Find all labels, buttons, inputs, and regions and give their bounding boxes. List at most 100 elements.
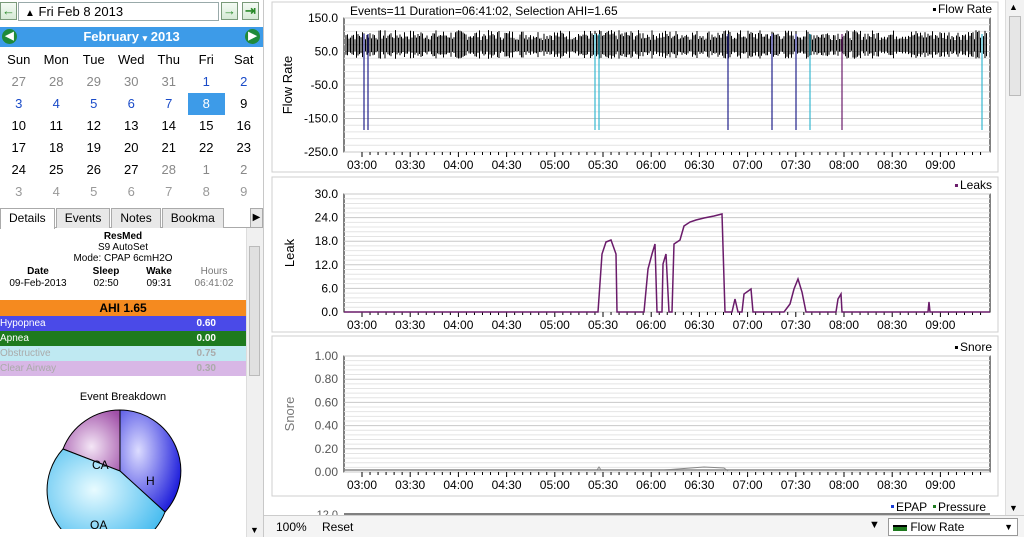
graph-area: Events=11 Duration=06:41:02, Selection A… <box>268 0 1004 515</box>
forward-arrow-icon[interactable]: → <box>221 2 238 20</box>
x-tick-label: 03:30 <box>395 318 425 332</box>
last-day-icon[interactable]: ⇥ <box>242 2 259 20</box>
calendar-day[interactable]: 30 <box>113 71 151 93</box>
calendar-day[interactable]: 27 <box>0 71 38 93</box>
calendar-day[interactable]: 26 <box>75 159 113 181</box>
plot-area[interactable] <box>343 355 991 473</box>
y-axis-label: Leak <box>282 238 297 267</box>
x-tick-label: 07:00 <box>733 158 763 172</box>
plot-area[interactable] <box>343 193 991 313</box>
weekday-label: Mon <box>43 52 69 67</box>
calendar-year[interactable]: 2013 <box>151 29 180 44</box>
calendar-day[interactable]: 7 <box>150 93 188 115</box>
calendar-day[interactable]: 2 <box>225 71 263 93</box>
graph-scroll-thumb[interactable] <box>1009 16 1021 96</box>
x-tick-label: 03:30 <box>395 478 425 492</box>
calendar-day[interactable]: 2 <box>225 159 263 181</box>
graph-select-value: Flow Rate <box>910 520 965 534</box>
calendar-month[interactable]: February <box>83 29 139 44</box>
stat-label: Hypopnea <box>0 318 46 329</box>
calendar-day[interactable]: 13 <box>113 115 151 137</box>
tab-details[interactable]: Details <box>0 208 55 229</box>
tab-bookma[interactable]: Bookma <box>161 208 224 228</box>
calendar-day[interactable]: 23 <box>225 137 263 159</box>
legend-marker <box>932 8 936 11</box>
dropdown-up-icon: ▲ <box>25 8 35 19</box>
calendar-day[interactable]: 9 <box>225 93 263 115</box>
calendar-day[interactable]: 8 <box>187 93 225 115</box>
calendar-day[interactable]: 28 <box>150 159 188 181</box>
y-tick-label: 0.80 <box>315 372 339 386</box>
x-tick-label: 09:00 <box>925 478 955 492</box>
header-hours: Hours <box>200 266 228 277</box>
calendar-day[interactable]: 17 <box>0 137 38 159</box>
tab-events[interactable]: Events <box>55 208 111 228</box>
calendar-week: 27 28 29 30 31 1 2 <box>0 71 263 93</box>
calendar-day[interactable]: 6 <box>113 181 151 203</box>
tab-bar: Details Events Notes Bookma <box>0 208 263 229</box>
calendar-day[interactable]: 16 <box>225 115 263 137</box>
tab-scroll-right-icon[interactable]: ▶ <box>250 208 263 228</box>
header-date: Date <box>27 266 49 277</box>
calendar-day[interactable]: 12 <box>75 115 113 137</box>
value-wake: 09:31 <box>146 278 172 289</box>
next-month-icon[interactable]: ▶ <box>245 29 260 44</box>
details-scroll-thumb[interactable] <box>249 246 260 376</box>
calendar-day[interactable]: 6 <box>113 93 151 115</box>
legend-pressure-marker <box>933 505 936 508</box>
calendar-day[interactable]: 9 <box>225 181 263 203</box>
calendar-day[interactable]: 4 <box>38 181 76 203</box>
calendar-day[interactable]: 21 <box>150 137 188 159</box>
calendar-day[interactable]: 22 <box>188 137 226 159</box>
calendar-day[interactable]: 29 <box>75 71 113 93</box>
tab-notes[interactable]: Notes <box>111 208 161 228</box>
y-tick-label: -50.0 <box>311 78 339 92</box>
event-breakdown-title: Event Breakdown <box>79 391 167 403</box>
x-tick-label: 07:30 <box>781 318 811 332</box>
pie-label-oa: OA <box>90 518 107 529</box>
calendar-day[interactable]: 25 <box>38 159 76 181</box>
x-tick-label: 04:30 <box>492 318 522 332</box>
calendar-day[interactable]: 19 <box>75 137 113 159</box>
calendar-day[interactable]: 11 <box>38 115 76 137</box>
scroll-up-icon[interactable]: ▲ <box>1009 2 1018 12</box>
calendar-day[interactable]: 4 <box>38 93 76 115</box>
x-tick-label: 08:30 <box>877 478 907 492</box>
graph-canvas[interactable]: 150.0 50.0 -50.0 -150.0 -250.0 Flow Rate Flow … <box>268 0 1004 515</box>
calendar-day[interactable]: 5 <box>75 93 113 115</box>
date-selector[interactable]: ▲ Fri Feb 8 2013 <box>18 2 219 21</box>
prev-month-icon[interactable]: ◀ <box>2 29 17 44</box>
back-arrow-icon[interactable]: ← <box>0 2 17 20</box>
calendar-day[interactable]: 15 <box>188 115 226 137</box>
scroll-down-icon[interactable]: ▼ <box>1009 503 1018 513</box>
calendar-day[interactable]: 27 <box>113 159 151 181</box>
legend-pressure: Pressure <box>938 500 986 514</box>
calendar-day[interactable]: 1 <box>188 71 226 93</box>
calendar-day[interactable]: 5 <box>75 181 113 203</box>
flow-rate-swatch-icon <box>893 524 907 531</box>
weekday-label: Fri <box>198 52 214 67</box>
calendar-day[interactable]: 20 <box>113 137 151 159</box>
calendar-day[interactable]: 8 <box>188 181 226 203</box>
calendar-day[interactable]: 3 <box>0 181 38 203</box>
calendar-day[interactable]: 3 <box>0 93 38 115</box>
graph-select[interactable]: Flow Rate ▼ <box>888 518 1018 536</box>
y-tick-label: 0.00 <box>315 465 339 479</box>
graph-toggle-icon[interactable]: ▼ <box>869 519 880 531</box>
scroll-down-icon[interactable]: ▼ <box>250 525 259 535</box>
x-tick-label: 06:30 <box>684 318 714 332</box>
calendar-week: 10 11 12 13 14 15 16 <box>0 115 263 137</box>
calendar-day[interactable]: 7 <box>150 181 188 203</box>
y-axis-label: Snore <box>282 397 297 432</box>
graph-scrollbar[interactable]: ▲ ▼ <box>1005 0 1024 515</box>
calendar-day[interactable]: 24 <box>0 159 38 181</box>
calendar-day[interactable]: 14 <box>150 115 188 137</box>
calendar-day[interactable]: 1 <box>188 159 226 181</box>
calendar-day[interactable]: 18 <box>38 137 76 159</box>
calendar-day[interactable]: 28 <box>38 71 76 93</box>
calendar-day[interactable]: 10 <box>0 115 38 137</box>
calendar-day[interactable]: 31 <box>150 71 188 93</box>
details-scrollbar[interactable]: ▼ <box>246 228 263 537</box>
header-wake: Wake <box>146 266 172 277</box>
reset-button[interactable]: Reset <box>322 520 353 534</box>
